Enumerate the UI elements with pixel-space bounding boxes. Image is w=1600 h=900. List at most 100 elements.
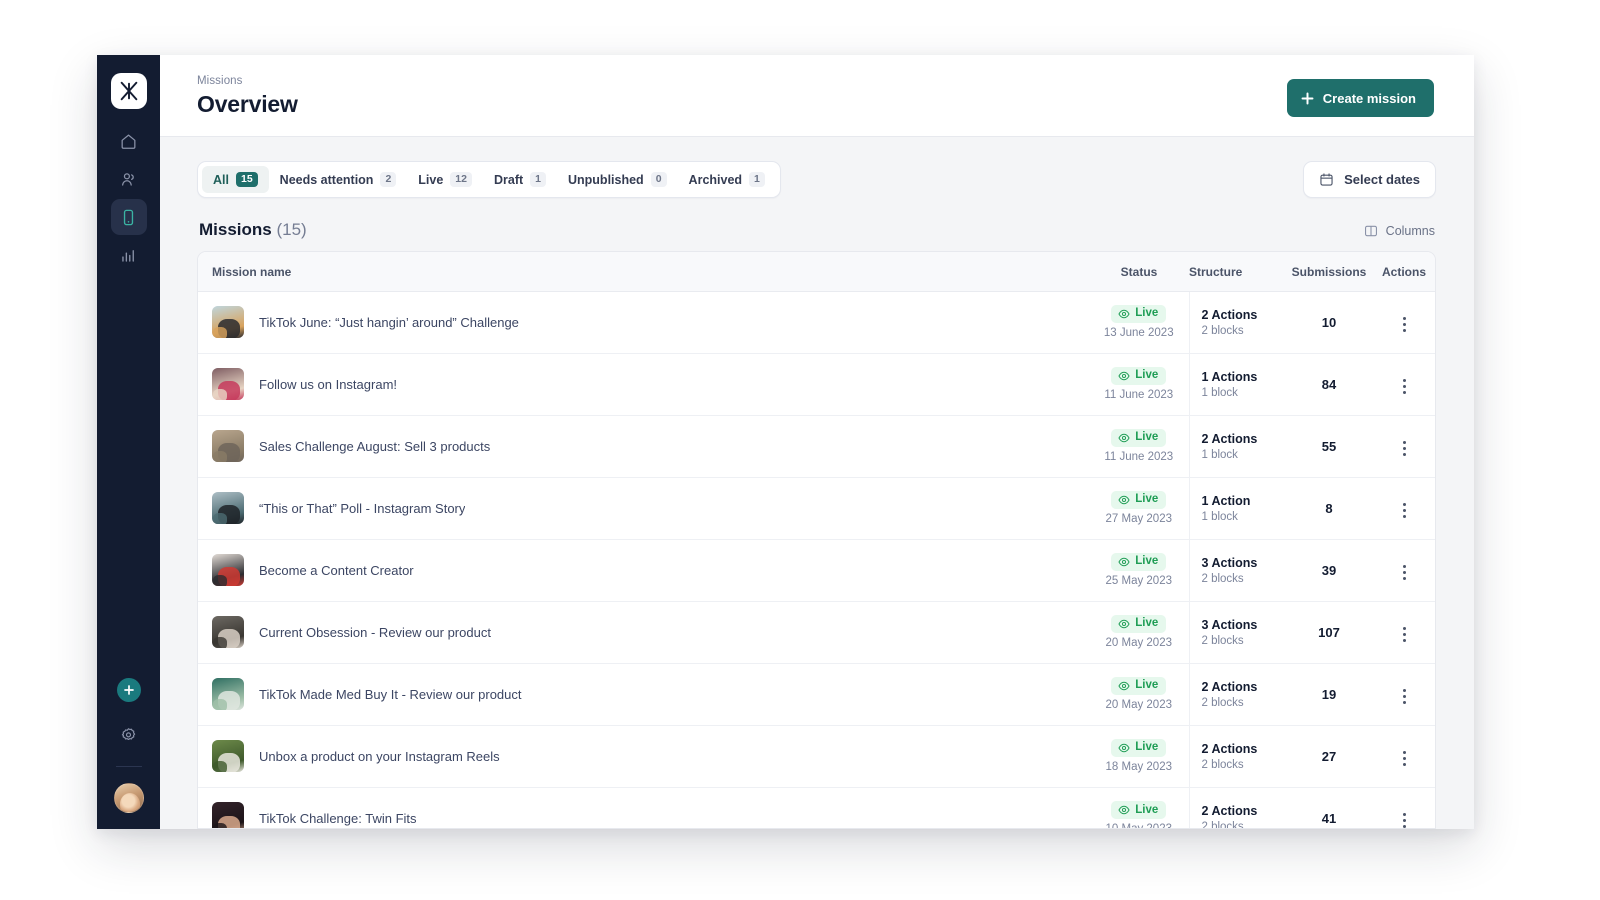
main-area: Missions Overview Create mission All 15 Ne… <box>160 55 1474 829</box>
mission-name-group: Current Obsession - Review our product <box>212 616 1089 648</box>
tab-live[interactable]: Live 12 <box>407 166 483 193</box>
cell-mission-name: Follow us on Instagram! <box>198 352 1089 415</box>
mission-name-link[interactable]: TikTok Challenge: Twin Fits <box>259 811 417 826</box>
column-header-actions[interactable]: Actions <box>1373 252 1435 292</box>
kebab-dot <box>1402 440 1406 444</box>
structure-actions: 2 Actions <box>1201 741 1258 756</box>
cell-structure: 1 Actions 1 block <box>1188 352 1285 415</box>
row-menu-button[interactable] <box>1397 373 1412 400</box>
status-badge-label: Live <box>1135 741 1159 754</box>
add-button[interactable] <box>116 678 141 702</box>
status-badge: Live <box>1111 305 1167 323</box>
table-row[interactable]: Become a Content Creator Live 25 May 2023 3… <box>198 538 1435 601</box>
row-menu-button[interactable] <box>1397 559 1412 586</box>
row-menu-button[interactable] <box>1397 311 1412 338</box>
cell-status: Live 11 June 2023 <box>1089 352 1189 415</box>
row-menu-button[interactable] <box>1397 497 1412 524</box>
mission-name-link[interactable]: TikTok Made Med Buy It - Review our prod… <box>259 687 522 702</box>
cell-actions <box>1373 724 1435 787</box>
kebab-dot <box>1402 700 1406 704</box>
row-menu-button[interactable] <box>1397 621 1412 648</box>
status-group: Live 11 June 2023 <box>1089 429 1189 463</box>
calendar-icon <box>1320 173 1333 186</box>
page-title: Overview <box>197 91 298 117</box>
avatar[interactable] <box>113 783 144 813</box>
create-mission-button[interactable]: Create mission <box>1286 79 1434 117</box>
cell-actions <box>1373 291 1435 353</box>
tab-unpublished[interactable]: Unpublished 0 <box>557 166 678 193</box>
mission-name-link[interactable]: “This or That” Poll - Instagram Story <box>259 501 465 516</box>
mobile-icon <box>123 209 134 225</box>
mission-thumbnail <box>212 492 244 524</box>
mission-name-link[interactable]: Current Obsession - Review our product <box>259 625 491 640</box>
status-badge: Live <box>1111 677 1167 695</box>
cell-structure: 2 Actions 1 block <box>1188 414 1285 477</box>
status-date: 11 June 2023 <box>1104 451 1174 463</box>
cell-mission-name: Sales Challenge August: Sell 3 products <box>198 414 1089 477</box>
status-group: Live 25 May 2023 <box>1089 553 1189 587</box>
mission-name-link[interactable]: Follow us on Instagram! <box>259 377 397 392</box>
cell-status: Live 11 June 2023 <box>1089 414 1189 477</box>
settings-button[interactable] <box>112 718 146 752</box>
status-group: Live 10 May 2023 <box>1089 801 1189 828</box>
kanvas-logo[interactable] <box>110 73 147 109</box>
table-row[interactable]: Unbox a product on your Instagram Reels L… <box>198 724 1435 787</box>
sidebar-item-home[interactable] <box>111 123 147 159</box>
row-menu-button[interactable] <box>1397 745 1412 772</box>
status-badge-label: Live <box>1135 431 1159 444</box>
breadcrumb[interactable]: Missions <box>197 75 298 87</box>
kebab-dot <box>1402 514 1406 518</box>
table-row[interactable]: “This or That” Poll - Instagram Story Liv… <box>198 476 1435 539</box>
row-menu-button[interactable] <box>1397 807 1412 828</box>
tab-label: Unpublished <box>568 172 644 187</box>
row-menu-button[interactable] <box>1397 435 1412 462</box>
status-badge-label: Live <box>1135 803 1159 816</box>
table-row[interactable]: Current Obsession - Review our product Li… <box>198 600 1435 663</box>
sidebar-item-analytics[interactable] <box>111 237 147 273</box>
mission-name-link[interactable]: Become a Content Creator <box>259 563 414 578</box>
tab-all[interactable]: All 15 <box>202 166 269 193</box>
status-badge-label: Live <box>1135 369 1159 382</box>
columns-button[interactable]: Columns <box>1364 224 1435 240</box>
column-header-submissions[interactable]: Submissions <box>1285 252 1373 292</box>
row-menu-button[interactable] <box>1397 683 1412 710</box>
status-date: 20 May 2023 <box>1105 699 1173 711</box>
tab-draft[interactable]: Draft 1 <box>483 166 557 193</box>
table-heading-label: Missions <box>199 220 272 239</box>
gear-icon <box>121 727 136 740</box>
structure-blocks: 2 blocks <box>1201 324 1244 337</box>
table-row[interactable]: TikTok June: “Just hangin’ around” Chall… <box>198 291 1435 353</box>
mission-thumbnail <box>212 368 244 400</box>
eye-icon <box>1118 681 1130 691</box>
column-header-mission-name[interactable]: Mission name <box>198 252 1089 292</box>
mission-name-group: Follow us on Instagram! <box>212 368 1089 400</box>
sidebar-item-creators[interactable] <box>111 161 147 197</box>
table-meta: Missions (15) Columns <box>197 220 1436 240</box>
mission-thumbnail <box>212 430 244 462</box>
page-header: Missions Overview Create mission <box>160 55 1474 137</box>
kebab-dot <box>1402 384 1406 388</box>
home-icon <box>121 134 136 149</box>
sidebar-item-missions[interactable] <box>110 199 147 235</box>
tab-needs-attention[interactable]: Needs attention 2 <box>269 166 408 193</box>
mission-name-link[interactable]: TikTok June: “Just hangin’ around” Chall… <box>259 315 519 330</box>
header-titles: Missions Overview <box>197 75 298 118</box>
mission-name-link[interactable]: Unbox a product on your Instagram Reels <box>259 749 500 764</box>
table-row[interactable]: TikTok Challenge: Twin Fits Live 10 May 20… <box>198 786 1435 828</box>
table-row[interactable]: Sales Challenge August: Sell 3 products L… <box>198 414 1435 477</box>
kebab-dot <box>1402 446 1406 450</box>
table-row[interactable]: TikTok Made Med Buy It - Review our prod… <box>198 662 1435 725</box>
structure-actions: 2 Actions <box>1201 431 1258 446</box>
tab-archived[interactable]: Archived 1 <box>678 166 776 193</box>
structure-actions: 2 Actions <box>1201 803 1258 818</box>
cell-actions <box>1373 352 1435 415</box>
cell-status: Live 27 May 2023 <box>1089 476 1189 539</box>
column-header-structure[interactable]: Structure <box>1189 252 1285 292</box>
status-date: 20 May 2023 <box>1105 637 1173 649</box>
select-dates-button[interactable]: Select dates <box>1303 161 1436 198</box>
table-row[interactable]: Follow us on Instagram! Live 11 June 2023 1… <box>198 352 1435 415</box>
column-header-status[interactable]: Status <box>1089 252 1189 292</box>
cell-status: Live 20 May 2023 <box>1089 600 1189 663</box>
mission-name-link[interactable]: Sales Challenge August: Sell 3 products <box>259 439 490 454</box>
kebab-dot <box>1402 508 1406 512</box>
